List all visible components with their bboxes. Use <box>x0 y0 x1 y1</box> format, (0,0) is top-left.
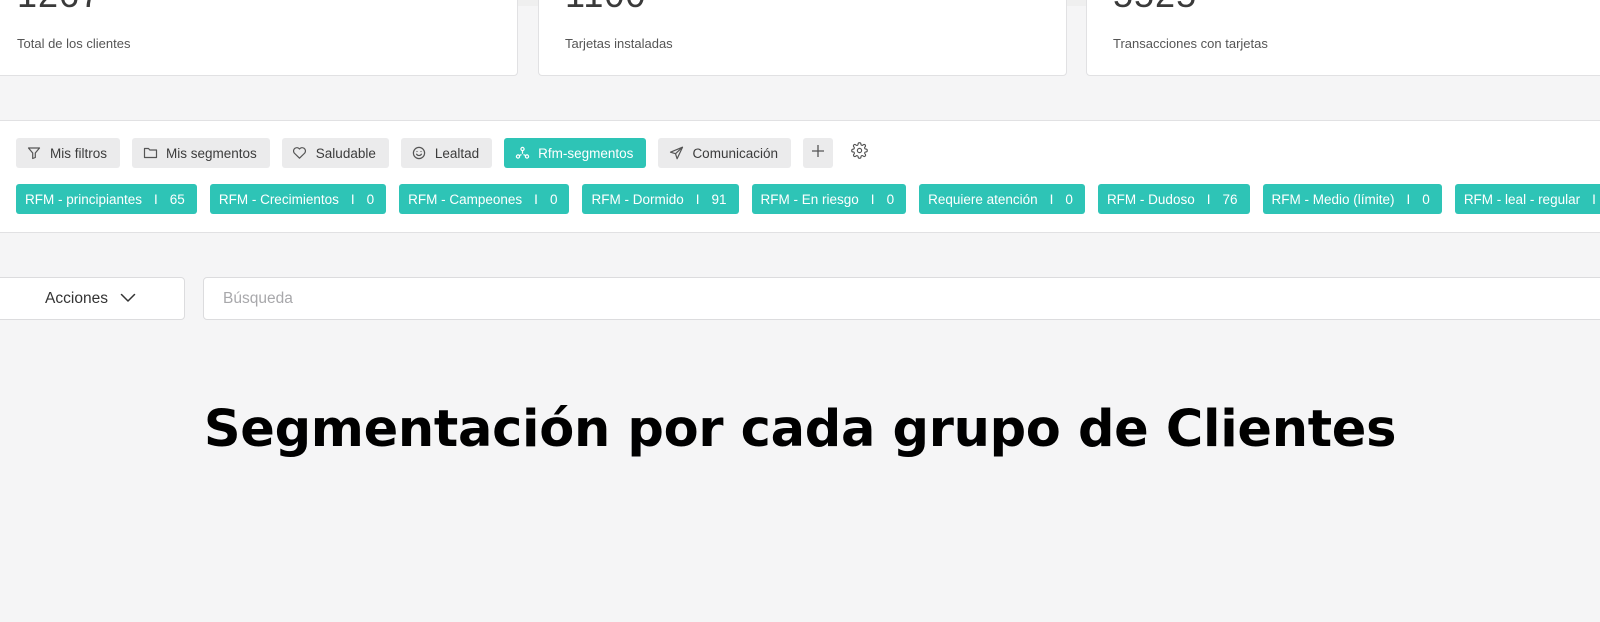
tab-label: Lealtad <box>434 145 480 161</box>
chip-separator: I <box>350 191 355 207</box>
chip-label: RFM - Dudoso <box>1106 191 1195 207</box>
tab-label: Saludable <box>315 145 376 161</box>
segments-icon <box>514 145 530 161</box>
chip-count: 0 <box>549 191 558 207</box>
segment-chip-leal-regular[interactable]: RFM - leal - regular I 0 <box>1454 184 1600 214</box>
segment-chip-en-riesgo[interactable]: RFM - En riesgo I 0 <box>751 184 907 214</box>
segment-chip-dudoso[interactable]: RFM - Dudoso I 76 <box>1097 184 1250 214</box>
actions-dropdown[interactable]: Acciones <box>0 277 185 320</box>
chip-label: RFM - Medio (límite) <box>1271 191 1395 207</box>
stat-value: 5525 <box>1113 0 1197 15</box>
chip-separator: I <box>1206 191 1211 207</box>
chevron-down-icon <box>120 290 136 308</box>
stat-card-total-clients: 1267 Total de los clientes <box>0 0 518 76</box>
stat-label: Transacciones con tarjetas <box>1113 36 1268 51</box>
tab-rfm-segmentos[interactable]: Rfm-segmentos <box>504 138 647 168</box>
tab-label: Mis filtros <box>50 145 107 161</box>
filter-tabs: Mis filtros Mis segmentos Saludable Leal… <box>16 138 875 168</box>
chip-separator: I <box>1049 191 1054 207</box>
chip-label: RFM - leal - regular <box>1463 191 1581 207</box>
segment-chip-principiantes[interactable]: RFM - principiantes I 65 <box>16 184 197 214</box>
chip-label: RFM - En riesgo <box>760 191 859 207</box>
stat-label: Tarjetas instaladas <box>565 36 673 51</box>
stat-value: 1267 <box>17 0 101 15</box>
chip-separator: I <box>870 191 875 207</box>
chip-separator: I <box>1592 191 1596 207</box>
segment-chip-crecimientos[interactable]: RFM - Crecimientos I 0 <box>209 184 387 214</box>
tab-comunicacion[interactable]: Comunicación <box>658 138 791 168</box>
chip-label: RFM - Dormido <box>591 191 684 207</box>
stat-value: 1100 <box>565 0 646 15</box>
chip-count: 0 <box>886 191 895 207</box>
chip-count: 65 <box>169 191 185 207</box>
tab-label: Rfm-segmentos <box>538 145 634 161</box>
chip-label: RFM - principiantes <box>25 191 143 207</box>
filter-icon <box>26 145 42 161</box>
tab-label: Comunicación <box>692 145 778 161</box>
gear-icon <box>851 142 869 164</box>
chip-count: 76 <box>1222 191 1238 207</box>
tab-mis-filtros[interactable]: Mis filtros <box>16 138 120 168</box>
actions-label: Acciones <box>45 289 108 307</box>
chip-count: 0 <box>366 191 375 207</box>
chip-separator: I <box>1406 191 1411 207</box>
send-icon <box>668 145 684 161</box>
folder-icon <box>142 145 158 161</box>
plus-icon <box>811 144 825 163</box>
tab-lealtad[interactable]: Lealtad <box>400 138 493 168</box>
chip-count: 0 <box>1065 191 1073 207</box>
segment-chip-medio-limite[interactable]: RFM - Medio (límite) I 0 <box>1262 184 1442 214</box>
tab-mis-segmentos[interactable]: Mis segmentos <box>132 138 270 168</box>
settings-button[interactable] <box>845 138 875 168</box>
chip-separator: I <box>154 191 158 207</box>
chip-label: RFM - Crecimientos <box>218 191 339 207</box>
filter-panel: Mis filtros Mis segmentos Saludable Leal… <box>0 120 1600 233</box>
chip-separator: I <box>534 191 538 207</box>
chip-count: 0 <box>1422 191 1430 207</box>
tab-label: Mis segmentos <box>166 145 257 161</box>
chip-label: Requiere atención <box>928 191 1038 207</box>
chip-label: RFM - Campeones <box>408 191 523 207</box>
heart-icon <box>292 145 308 161</box>
stat-label: Total de los clientes <box>17 36 131 51</box>
stat-card-card-transactions: 5525 Transacciones con tarjetas <box>1086 0 1600 76</box>
page: 1267 Total de los clientes 1100 Tarjetas… <box>0 0 1600 622</box>
chip-count: 91 <box>711 191 727 207</box>
tab-saludable[interactable]: Saludable <box>281 138 389 168</box>
stat-card-installed-cards: 1100 Tarjetas instaladas <box>538 0 1067 76</box>
search-input[interactable] <box>203 277 1600 320</box>
smile-icon <box>411 145 427 161</box>
segment-chip-requiere-atencion[interactable]: Requiere atención I 0 <box>919 184 1085 214</box>
segment-chip-campeones[interactable]: RFM - Campeones I 0 <box>399 184 570 214</box>
add-tab-button[interactable] <box>802 138 833 168</box>
segment-chip-dormido[interactable]: RFM - Dormido I 91 <box>582 184 739 214</box>
page-caption: Segmentación por cada grupo de Clientes <box>203 400 1397 459</box>
chip-separator: I <box>695 191 700 207</box>
segment-chips: RFM - principiantes I 65 RFM - Crecimien… <box>16 184 1600 214</box>
